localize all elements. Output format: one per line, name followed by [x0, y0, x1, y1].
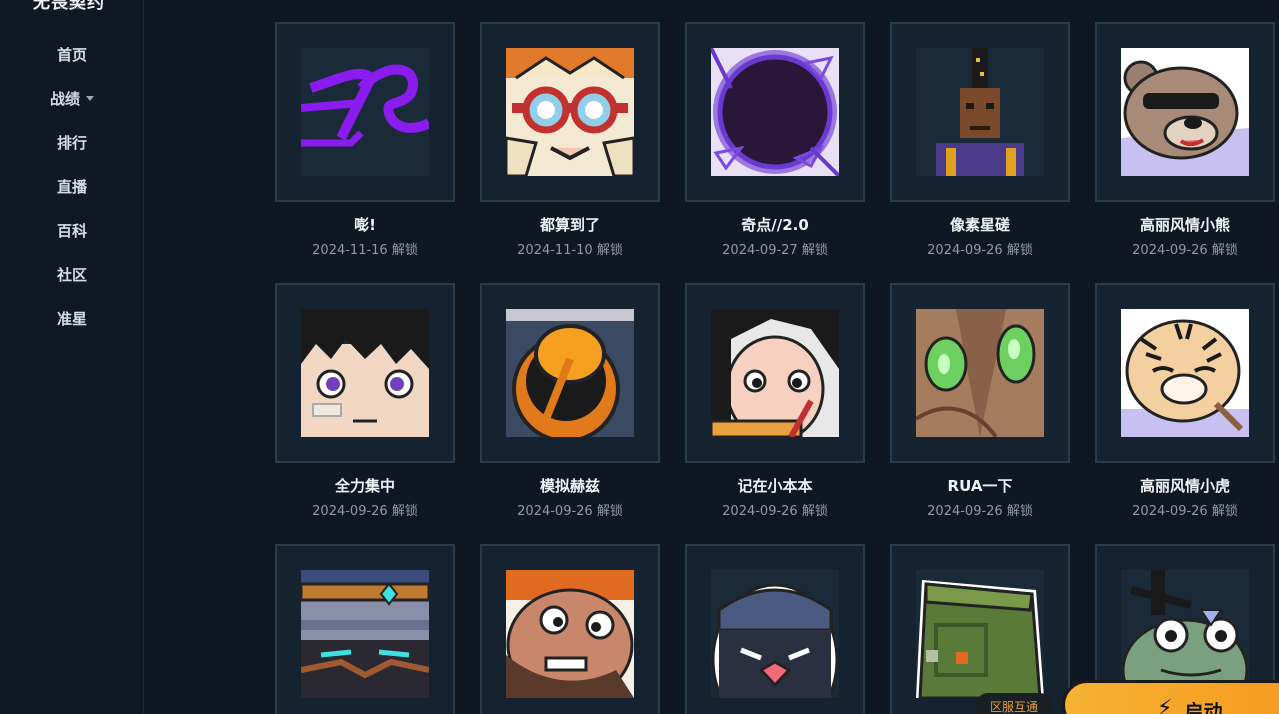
spray-thumb-frame: [685, 544, 865, 714]
spray-unlock-date: 2024-09-26 解锁: [927, 504, 1033, 519]
sidebar-item-live[interactable]: 直播: [0, 172, 144, 200]
spray-unlock-date: 2024-09-26 解锁: [722, 504, 828, 519]
spray-title: 全力集中: [334, 477, 395, 495]
spray-thumb-frame: [890, 544, 1070, 714]
spray-thumb-frame: [890, 22, 1070, 202]
spray-title: 都算到了: [539, 216, 600, 234]
sidebar-item-label: 百科: [56, 221, 87, 240]
spray-image-focus: [301, 309, 429, 437]
spray-unlock-date: 2024-09-27 解锁: [722, 243, 828, 258]
spray-image-notebook: [711, 309, 839, 437]
sidebar-item-crosshair[interactable]: 准星: [0, 304, 144, 332]
valorant-logo[interactable]: 无畏契约 VALORANT: [33, 0, 107, 12]
spray-unlock-date: 2024-09-26 解锁: [517, 504, 623, 519]
spray-image-frog: [1121, 570, 1249, 698]
sidebar-item-ranking[interactable]: 排行: [0, 128, 144, 156]
sidebar-item-label: 准星: [56, 309, 87, 328]
spray-unlock-date: 2024-09-26 解锁: [1132, 243, 1238, 258]
spray-unlock-date: 2024-09-26 解锁: [1132, 504, 1238, 519]
spray-image-bearded: [506, 570, 634, 698]
spray-thumb-frame: [275, 283, 455, 463]
sidebar-item-label: 排行: [56, 133, 87, 152]
spray-image-armored: [301, 570, 429, 698]
spray-image-bear: [1121, 48, 1249, 176]
caret-down-icon: [86, 95, 94, 101]
spray-title: 像素星磋: [949, 216, 1010, 234]
spray-unlock-date: 2024-11-10 解锁: [517, 243, 623, 258]
spray-title: 模拟赫兹: [539, 477, 600, 495]
spray-title: 嘭!: [354, 216, 376, 234]
spray-image-goggles-cat: [506, 48, 634, 176]
spray-thumb-frame: [480, 283, 660, 463]
spray-thumb-frame: [480, 22, 660, 202]
spray-unlock-date: 2024-09-26 解锁: [927, 243, 1033, 258]
spray-unlock-date: 2024-11-16 解锁: [312, 243, 418, 258]
spray-thumb-frame: [1095, 283, 1275, 463]
spray-thumb-frame: [275, 22, 455, 202]
sidebar-item-label: 社区: [56, 265, 87, 284]
spray-title: 高丽风情小熊: [1139, 216, 1230, 234]
spray-title: RUA一下: [947, 477, 1013, 495]
spray-image-tiger: [1121, 309, 1249, 437]
spray-image-singularity: [711, 48, 839, 176]
sidebar-item-label: 直播: [56, 177, 87, 196]
region-interop-badge[interactable]: 区服互通: [976, 693, 1052, 714]
sidebar-item-community[interactable]: 社区: [0, 260, 144, 288]
sidebar-item-label: 战绩: [49, 89, 80, 108]
sidebar-item-home[interactable]: 首页: [0, 40, 144, 68]
spray-unlock-date: 2024-09-26 解锁: [312, 504, 418, 519]
spray-image-penguin: [711, 570, 839, 698]
spray-image-peng: [301, 48, 429, 176]
spray-title: 高丽风情小虎: [1139, 477, 1230, 495]
spray-thumb-frame: [275, 544, 455, 714]
spray-title: 记在小本本: [737, 477, 813, 495]
sidebar-item-wiki[interactable]: 百科: [0, 216, 144, 244]
launch-label: 启动: [1184, 700, 1223, 714]
sidebar: 无畏契约 VALORANT 首页 战绩 排行 直播 百科 社区 准星: [0, 0, 144, 714]
spray-thumb-frame: [1095, 22, 1275, 202]
sidebar-item-record[interactable]: 战绩: [0, 84, 144, 112]
spray-title: 奇点//2.0: [741, 216, 809, 234]
lightning-icon: ⚡: [1157, 695, 1173, 714]
launch-button[interactable]: ⚡ 启动: [1062, 680, 1279, 714]
sidebar-item-label: 首页: [56, 45, 87, 64]
logo-subtext: VALORANT: [58, 5, 84, 10]
spray-image-knob: [506, 309, 634, 437]
spray-thumb-frame: [685, 22, 865, 202]
spray-thumb-frame: [685, 283, 865, 463]
spray-thumb-frame: [480, 544, 660, 714]
spray-image-pixel-agent: [916, 48, 1044, 176]
spray-image-crate: [916, 570, 1044, 698]
spray-thumb-frame: [890, 283, 1070, 463]
spray-image-rua: [916, 309, 1044, 437]
